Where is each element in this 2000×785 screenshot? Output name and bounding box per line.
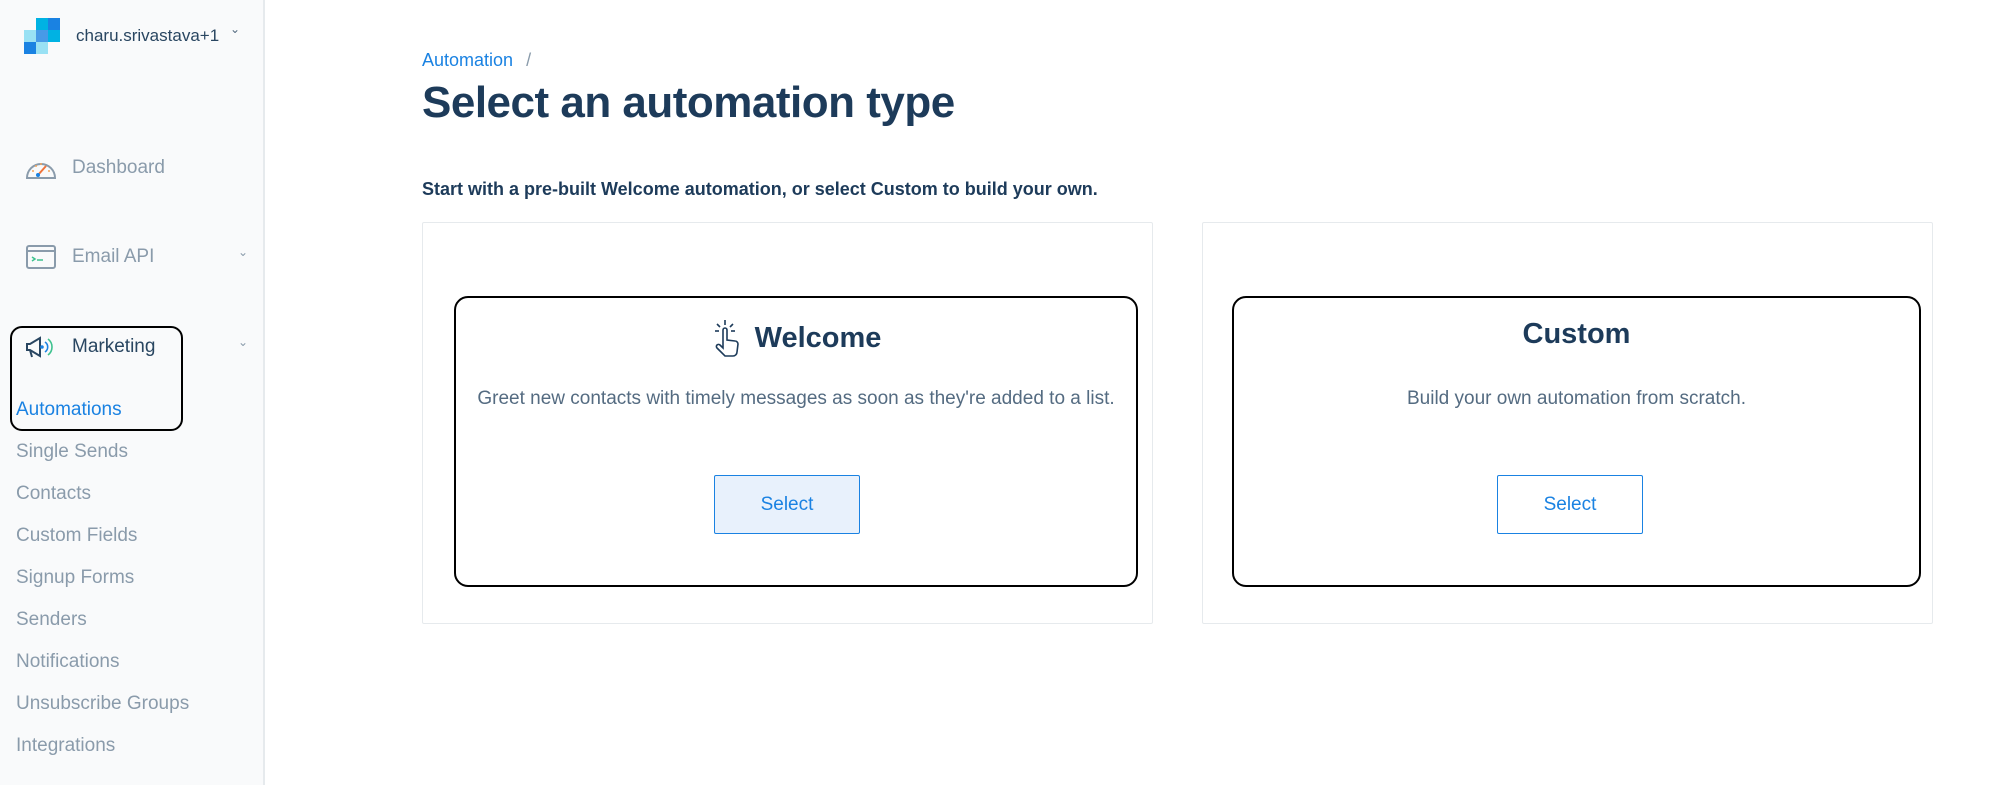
card-highlight-annotation: Custom Build your own automation from sc… — [1232, 296, 1921, 587]
page-title: Select an automation type — [422, 78, 955, 127]
sidebar-item-label: Dashboard — [72, 157, 165, 178]
card-highlight-annotation: Welcome Greet new contacts with timely m… — [454, 296, 1138, 587]
breadcrumb-separator: / — [526, 50, 532, 70]
email-api-chevron-down-icon[interactable]: ⌄ — [238, 245, 248, 259]
sidebar: charu.srivastava+1 ⌄ Dashboard Email API… — [0, 0, 265, 785]
sidebar-item-dashboard[interactable]: Dashboard — [24, 154, 165, 182]
card-title: Welcome — [456, 318, 1136, 358]
sidebar-subitem-senders[interactable]: Senders — [16, 609, 87, 631]
account-switcher[interactable]: charu.srivastava+1 — [24, 18, 224, 54]
sidebar-subitem-unsubscribe-groups[interactable]: Unsubscribe Groups — [16, 693, 189, 715]
breadcrumb: Automation / — [422, 50, 531, 71]
terminal-window-icon — [26, 245, 56, 269]
sidebar-subitem-automations[interactable]: Automations — [16, 399, 122, 421]
card-title: Custom — [1522, 318, 1631, 350]
sidebar-subitem-notifications[interactable]: Notifications — [16, 651, 120, 673]
sidebar-subitem-integrations[interactable]: Integrations — [16, 735, 115, 757]
pointer-click-icon — [714, 320, 739, 357]
sidebar-subitem-custom-fields[interactable]: Custom Fields — [16, 525, 137, 547]
automation-card-welcome: Welcome Greet new contacts with timely m… — [422, 222, 1153, 624]
card-description: Build your own automation from scratch. — [1407, 388, 1746, 409]
sidebar-item-email-api[interactable]: Email API — [24, 243, 154, 271]
card-description: Greet new contacts with timely messages … — [477, 388, 1115, 409]
sidebar-subitem-contacts[interactable]: Contacts — [16, 483, 91, 505]
automation-card-custom: Custom Build your own automation from sc… — [1202, 222, 1933, 624]
select-custom-button[interactable]: Select — [1497, 475, 1643, 534]
account-chevron-down-icon[interactable]: ⌄ — [230, 22, 240, 36]
account-name: charu.srivastava+1 — [76, 26, 220, 45]
marketing-chevron-down-icon[interactable]: ⌄ — [238, 335, 248, 349]
breadcrumb-automation-link[interactable]: Automation — [422, 50, 513, 70]
speedometer-icon — [25, 163, 57, 179]
sidebar-subitem-signup-forms[interactable]: Signup Forms — [16, 567, 134, 589]
page-subtitle: Start with a pre-built Welcome automatio… — [422, 179, 1098, 199]
sidebar-subitem-single-sends[interactable]: Single Sends — [16, 441, 128, 463]
select-welcome-button[interactable]: Select — [714, 475, 860, 534]
sendgrid-logo — [24, 18, 60, 54]
sidebar-item-label: Email API — [72, 246, 155, 267]
